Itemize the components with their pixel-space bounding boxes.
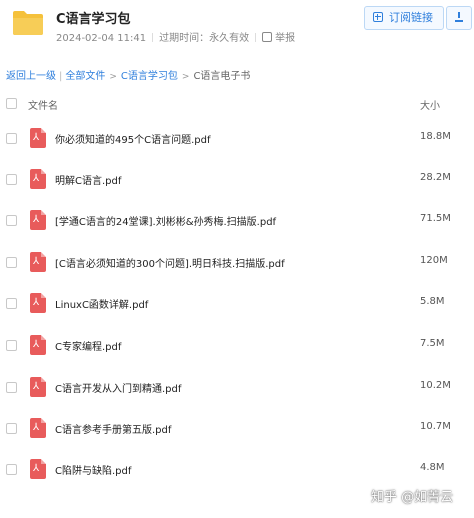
all-files-link[interactable]: 全部文件 <box>65 71 105 82</box>
meta-divider <box>152 33 154 42</box>
share-header: C语言学习包 2024-02-04 11:41 过期时间：永久有效 举报 订阅链接 <box>0 0 474 58</box>
file-size: 7.5M <box>420 338 445 349</box>
row-checkbox[interactable] <box>6 298 17 309</box>
share-title: C语言学习包 <box>56 12 131 27</box>
download-icon <box>455 12 463 22</box>
file-row[interactable]: LinuxC函数详解.pdf 5.8M <box>0 283 474 324</box>
share-meta: 2024-02-04 11:41 过期时间：永久有效 举报 <box>56 29 295 44</box>
file-row[interactable]: [C语言必须知道的300个问题].明日科技.扫描版.pdf 120M <box>0 242 474 283</box>
pdf-icon <box>30 418 46 438</box>
file-name[interactable]: LinuxC函数详解.pdf <box>55 296 148 311</box>
row-checkbox[interactable] <box>6 257 17 268</box>
file-name[interactable]: 明解C语言.pdf <box>55 172 121 187</box>
download-button[interactable] <box>446 6 472 30</box>
file-name[interactable]: C语言参考手册第五版.pdf <box>55 421 171 436</box>
file-row[interactable]: C语言参考手册第五版.pdf 10.7M <box>0 408 474 449</box>
pdf-icon <box>30 252 46 272</box>
row-checkbox[interactable] <box>6 215 17 226</box>
folder-icon <box>13 11 43 35</box>
row-checkbox[interactable] <box>6 174 17 185</box>
file-name[interactable]: C语言开发从入门到精通.pdf <box>55 380 181 395</box>
row-checkbox[interactable] <box>6 382 17 393</box>
file-size: 71.5M <box>420 213 451 224</box>
row-checkbox[interactable] <box>6 423 17 434</box>
file-size: 120M <box>420 255 448 266</box>
folder-link[interactable]: C语言学习包 <box>121 71 178 82</box>
file-size: 10.7M <box>420 421 451 432</box>
pdf-icon <box>30 293 46 313</box>
report-label: 举报 <box>275 33 296 44</box>
report-link[interactable]: 举报 <box>262 32 296 44</box>
pdf-icon <box>30 459 46 479</box>
file-name[interactable]: [学通C语言的24堂课].刘彬彬&孙秀梅.扫描版.pdf <box>55 213 276 228</box>
file-row[interactable]: 明解C语言.pdf 28.2M <box>0 159 474 200</box>
file-name[interactable]: 你必须知道的495个C语言问题.pdf <box>55 131 210 146</box>
plus-icon <box>373 12 383 22</box>
row-checkbox[interactable] <box>6 133 17 144</box>
pdf-icon <box>30 169 46 189</box>
subscribe-label: 订阅链接 <box>389 11 433 24</box>
chevron-right-icon: > <box>181 72 190 82</box>
chevron-right-icon: > <box>109 72 117 82</box>
breadcrumb: 返回上一级 | 全部文件 > C语言学习包 > C语言电子书 <box>6 67 250 82</box>
file-list-header: 文件名 大小 <box>0 90 474 116</box>
current-folder: C语言电子书 <box>193 71 251 82</box>
file-size: 18.8M <box>420 131 451 142</box>
pdf-icon <box>30 210 46 230</box>
expiry-text: 过期时间：永久有效 <box>159 33 250 44</box>
subscribe-link-button[interactable]: 订阅链接 <box>364 6 444 30</box>
meta-divider <box>255 33 257 42</box>
file-size: 4.8M <box>420 462 445 473</box>
file-row[interactable]: C语言开发从入门到精通.pdf 10.2M <box>0 367 474 408</box>
file-name[interactable]: [C语言必须知道的300个问题].明日科技.扫描版.pdf <box>55 255 285 270</box>
file-size: 28.2M <box>420 172 451 183</box>
file-row[interactable]: [学通C语言的24堂课].刘彬彬&孙秀梅.扫描版.pdf 71.5M <box>0 200 474 241</box>
pdf-icon <box>30 128 46 148</box>
column-header-name[interactable]: 文件名 <box>28 97 58 112</box>
select-all-checkbox[interactable] <box>6 98 17 109</box>
file-row[interactable]: 你必须知道的495个C语言问题.pdf 18.8M <box>0 118 474 159</box>
back-link[interactable]: 返回上一级 <box>6 71 56 82</box>
watermark: 知乎 @如菁云 <box>371 490 454 505</box>
breadcrumb-divider: | <box>59 71 63 82</box>
file-name[interactable]: C陷阱与缺陷.pdf <box>55 462 131 477</box>
share-date: 2024-02-04 11:41 <box>56 33 147 44</box>
file-size: 5.8M <box>420 296 445 307</box>
pdf-icon <box>30 377 46 397</box>
pdf-icon <box>30 335 46 355</box>
file-size: 10.2M <box>420 380 451 391</box>
file-row[interactable]: C陷阱与缺陷.pdf 4.8M <box>0 449 474 490</box>
file-name[interactable]: C专家编程.pdf <box>55 338 121 353</box>
column-header-size[interactable]: 大小 <box>420 97 440 112</box>
row-checkbox[interactable] <box>6 464 17 475</box>
report-icon <box>262 32 273 42</box>
row-checkbox[interactable] <box>6 340 17 351</box>
file-row[interactable]: C专家编程.pdf 7.5M <box>0 325 474 366</box>
